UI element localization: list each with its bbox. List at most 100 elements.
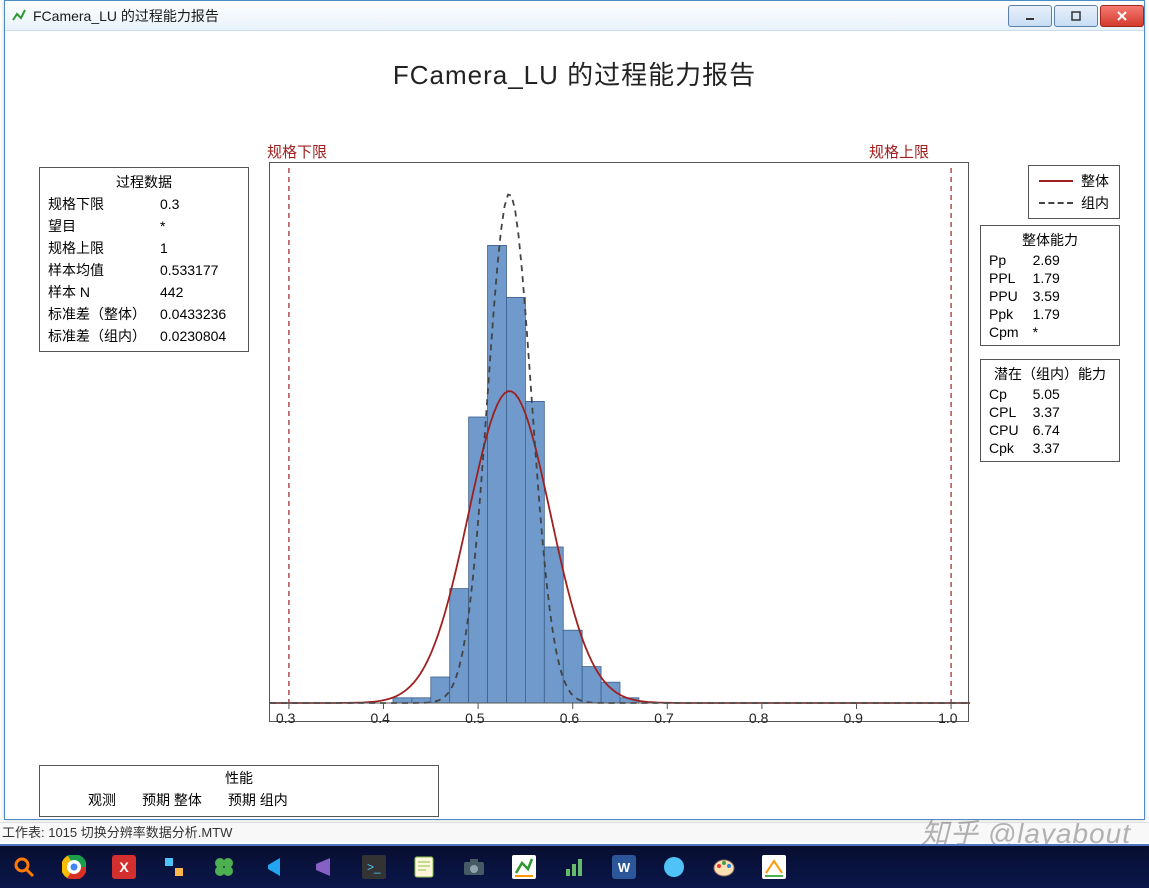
data-key: Cpm xyxy=(989,323,1025,341)
desktop: FCamera_LU 的过程能力报告 FCamera_LU 的过程能力报告 规格… xyxy=(0,0,1149,888)
svg-text:X: X xyxy=(119,859,129,875)
performance-header: 性能 xyxy=(48,768,430,788)
svg-text:W: W xyxy=(618,860,631,875)
maximize-button[interactable] xyxy=(1054,5,1098,27)
legend-within-label: 组内 xyxy=(1081,193,1109,213)
data-value: 1.79 xyxy=(1025,305,1066,323)
titlebar[interactable]: FCamera_LU 的过程能力报告 xyxy=(5,1,1144,31)
x-tick-label: 0.4 xyxy=(371,710,390,726)
data-key: 规格上限 xyxy=(48,237,152,259)
process-data-table: 规格下限0.3望目*规格上限1样本均值0.533177样本 N442标准差（整体… xyxy=(48,193,232,347)
taskbar-excel-icon[interactable] xyxy=(560,853,588,881)
report-window: FCamera_LU 的过程能力报告 FCamera_LU 的过程能力报告 规格… xyxy=(4,0,1145,820)
data-row: 标准差（组内）0.0230804 xyxy=(48,325,232,347)
usl-label: 规格上限 xyxy=(869,141,929,162)
x-tick-label: 0.7 xyxy=(654,710,673,726)
x-tick-label: 0.5 xyxy=(465,710,484,726)
status-text: 工作表: 1015 切换分辨率数据分析.MTW xyxy=(2,825,232,840)
data-value: 6.74 xyxy=(1025,421,1066,439)
status-bar: 工作表: 1015 切换分辨率数据分析.MTW xyxy=(0,822,1149,842)
data-key: 规格下限 xyxy=(48,193,152,215)
x-tick-label: 0.6 xyxy=(560,710,579,726)
taskbar-word-icon[interactable]: W xyxy=(610,853,638,881)
data-row: 规格上限1 xyxy=(48,237,232,259)
taskbar-chrome-icon[interactable] xyxy=(60,853,88,881)
legend-overall-label: 整体 xyxy=(1081,171,1109,191)
data-value: 0.3 xyxy=(152,193,232,215)
data-key: Ppk xyxy=(989,305,1025,323)
taskbar-xmind-icon[interactable]: X xyxy=(110,853,138,881)
taskbar-terminal-icon[interactable]: >_ xyxy=(360,853,388,881)
data-row: Cp5.05 xyxy=(989,385,1066,403)
data-row: 规格下限0.3 xyxy=(48,193,232,215)
data-row: CPU6.74 xyxy=(989,421,1066,439)
window-controls xyxy=(1006,5,1144,27)
perf-col: 观测 xyxy=(76,790,128,810)
data-row: Ppk1.79 xyxy=(989,305,1066,323)
data-row: Cpm* xyxy=(989,323,1066,341)
overall-capability-box: 整体能力 Pp2.69PPL1.79PPU3.59Ppk1.79Cpm* xyxy=(980,225,1120,346)
legend-overall: 整体 xyxy=(1039,170,1109,192)
taskbar-paint-icon[interactable] xyxy=(710,853,738,881)
data-key: Cpk xyxy=(989,439,1025,457)
window-title: FCamera_LU 的过程能力报告 xyxy=(33,6,219,26)
data-value: 0.0230804 xyxy=(152,325,232,347)
data-value: 0.0433236 xyxy=(152,303,232,325)
minimize-button[interactable] xyxy=(1008,5,1052,27)
data-key: 望目 xyxy=(48,215,152,237)
within-capability-box: 潜在（组内）能力 Cp5.05CPL3.37CPU6.74Cpk3.37 xyxy=(980,359,1120,462)
data-key: 标准差（整体） xyxy=(48,303,152,325)
taskbar-camera-icon[interactable] xyxy=(460,853,488,881)
chart-title: FCamera_LU 的过程能力报告 xyxy=(19,55,1130,92)
taskbar-notepadpp-icon[interactable] xyxy=(410,853,438,881)
perf-col xyxy=(50,790,74,810)
data-value: 5.05 xyxy=(1025,385,1066,403)
data-key: PPU xyxy=(989,287,1025,305)
data-row: CPL3.37 xyxy=(989,403,1066,421)
data-row: 望目* xyxy=(48,215,232,237)
app-icon xyxy=(11,8,27,24)
data-row: PPU3.59 xyxy=(989,287,1066,305)
taskbar-vscode-icon[interactable] xyxy=(260,853,288,881)
data-value: * xyxy=(1025,323,1066,341)
data-key: Pp xyxy=(989,251,1025,269)
legend-box: 整体 组内 xyxy=(1028,165,1120,219)
taskbar[interactable]: X >_ W xyxy=(0,844,1149,888)
data-row: PPL1.79 xyxy=(989,269,1066,287)
process-data-box: 过程数据 规格下限0.3望目*规格上限1样本均值0.533177样本 N442标… xyxy=(39,167,249,352)
data-key: 样本 N xyxy=(48,281,152,303)
data-key: 样本均值 xyxy=(48,259,152,281)
data-value: 1.79 xyxy=(1025,269,1066,287)
data-value: 442 xyxy=(152,281,232,303)
data-row: 样本均值0.533177 xyxy=(48,259,232,281)
taskbar-app2-icon[interactable] xyxy=(660,853,688,881)
x-tick-label: 0.3 xyxy=(276,710,295,726)
perf-col: 预期 整体 xyxy=(130,790,214,810)
data-row: Pp2.69 xyxy=(989,251,1066,269)
within-capability-header: 潜在（组内）能力 xyxy=(989,362,1111,385)
taskbar-minitab-icon[interactable] xyxy=(510,853,538,881)
lsl-label: 规格下限 xyxy=(267,141,327,162)
taskbar-app3-icon[interactable] xyxy=(760,853,788,881)
data-value: 3.37 xyxy=(1025,403,1066,421)
taskbar-visualstudio-icon[interactable] xyxy=(310,853,338,881)
data-key: Cp xyxy=(989,385,1025,403)
report-content: FCamera_LU 的过程能力报告 规格下限 规格上限 过程数据 规格下限0.… xyxy=(19,37,1130,809)
x-tick-label: 1.0 xyxy=(938,710,957,726)
data-value: 0.533177 xyxy=(152,259,232,281)
data-value: * xyxy=(152,215,232,237)
close-button[interactable] xyxy=(1100,5,1144,27)
data-key: 标准差（组内） xyxy=(48,325,152,347)
overall-capability-header: 整体能力 xyxy=(989,228,1111,251)
taskbar-clover-icon[interactable] xyxy=(210,853,238,881)
data-value: 3.59 xyxy=(1025,287,1066,305)
data-key: PPL xyxy=(989,269,1025,287)
legend-within: 组内 xyxy=(1039,192,1109,214)
data-row: 标准差（整体）0.0433236 xyxy=(48,303,232,325)
legend-line-solid-icon xyxy=(1039,180,1073,182)
legend-line-dash-icon xyxy=(1039,202,1073,204)
data-value: 2.69 xyxy=(1025,251,1066,269)
taskbar-search-icon[interactable] xyxy=(10,853,38,881)
svg-text:>_: >_ xyxy=(367,860,381,874)
taskbar-app1-icon[interactable] xyxy=(160,853,188,881)
